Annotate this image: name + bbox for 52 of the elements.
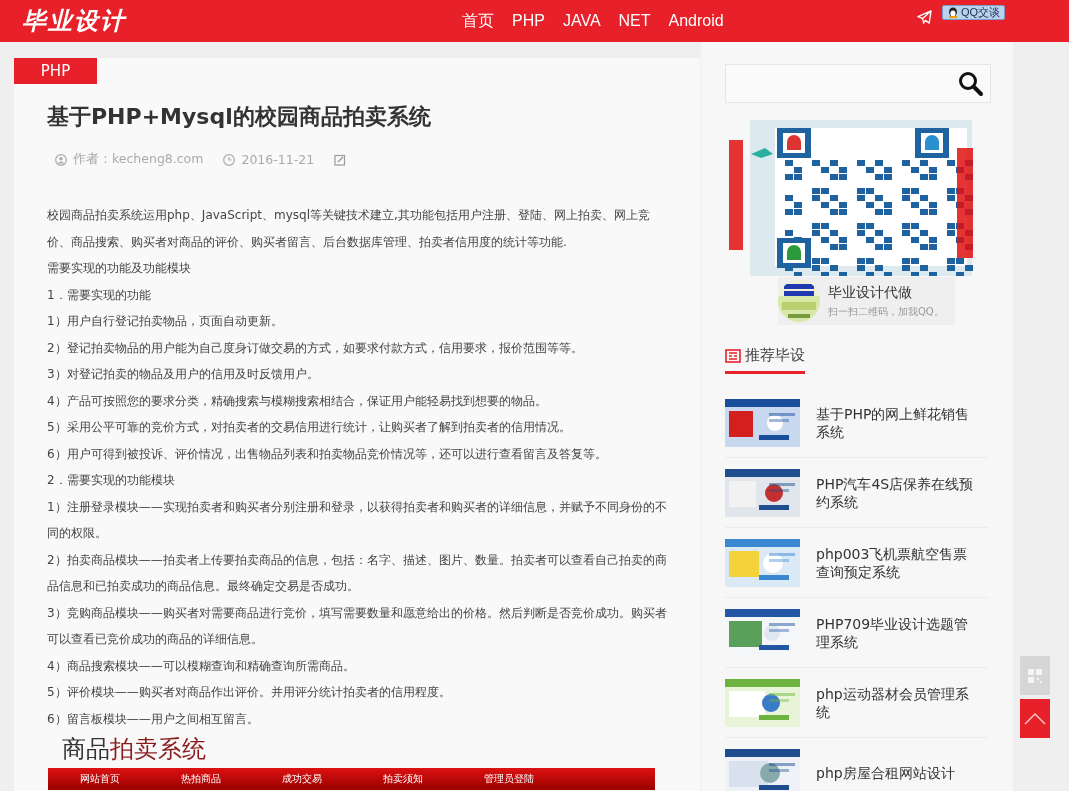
card-title: 毕业设计代做: [828, 283, 913, 302]
screenshot-nav-label: 管理员登陆: [484, 772, 535, 786]
nav-link[interactable]: PHP: [503, 12, 554, 30]
article-paragraph: 1）用户自行登记拍卖物品，页面自动更新。: [47, 313, 284, 330]
chevron-up-icon: [1024, 712, 1046, 725]
article-paragraph: 3）竞购商品模块——购买者对需要商品进行竞价，填写需要数量和愿意给出的价格。然后判断是否竞价成功。购买者可以查看已竞价成功的商品的详细信息。: [47, 604, 667, 648]
author-text: 作者：kecheng8.com: [73, 151, 204, 168]
section-title: 推荐毕设: [745, 346, 805, 365]
recommended-link[interactable]: PHP709毕业设计选题管理系统: [816, 614, 976, 651]
screenshot-nav-label: 拍卖须知: [383, 772, 424, 786]
nav-link[interactable]: NET: [609, 12, 660, 30]
article-paragraph: 4）商品搜索模块——可以模糊查询和精确查询所需商品。: [47, 657, 356, 675]
article-paragraph: 6）用户可得到被投诉、评价情况，出售物品列表和拍卖物品竞价情况等，还可以进行查看留言及答复等。: [47, 445, 608, 463]
back-to-top-button[interactable]: [1020, 699, 1050, 738]
qq-chat-button[interactable]: QQ交谈: [942, 5, 1006, 20]
qr-code-icon: [1027, 667, 1043, 684]
date-text: 2016-11-21: [241, 152, 315, 167]
article-paragraph: 5）评价模块——购买者对商品作出评价。并用评分统计拍卖者的信用程度。: [47, 684, 452, 701]
article-paragraph: 校园商品拍卖系统运用php、JavaScript、mysql等关键技术建立,其功能包括用户注册、登陆、网上拍卖、网上竞价、商品搜索、购买者对商品的评价、购买者留言、后台数据库管理、拍卖者信用度的统计等功能.: [47, 207, 651, 251]
recommended-link[interactable]: php房屋合租网站设计: [816, 763, 976, 782]
article-paragraph: 5）采用公平可靠的竞价方式，对拍卖者的交易信用进行统计，让购买者了解到拍卖者的信用情况。: [47, 419, 572, 436]
paper-plane-icon[interactable]: [917, 10, 932, 25]
article-paragraph: 1）注册登录模块——实现拍卖者和购买者分别注册和登录，以获得拍卖者和购买者的详细信息，并赋予不同身份的不同的权限。: [47, 498, 667, 542]
nav-link[interactable]: JAVA: [553, 12, 610, 30]
search-field[interactable]: [725, 64, 991, 103]
recommended-link[interactable]: php运动器材会员管理系统: [816, 684, 976, 721]
article-paragraph: 1．需要实现的功能: [47, 286, 152, 304]
screenshot-nav-label: 网站首页: [80, 772, 121, 786]
newspaper-icon: [725, 348, 741, 363]
recommended-link[interactable]: php003飞机票航空售票查询预定系统: [816, 544, 976, 581]
screenshot-nav-label: 热拍商品: [181, 772, 222, 786]
category-tag[interactable]: PHP: [14, 58, 97, 84]
user-icon: [55, 153, 67, 166]
recommended-link[interactable]: PHP汽车4S店保养在线预约系统: [816, 474, 976, 511]
clock-icon: [223, 153, 236, 166]
search-icon[interactable]: [958, 70, 984, 97]
article-paragraph: 4）产品可按照您的要求分类，精确搜索与模糊搜索相结合，保证用户能轻易找到想要的物品。: [47, 392, 548, 410]
penguin-icon: [947, 6, 959, 19]
screenshot-title: 商品拍卖系统: [62, 734, 206, 764]
nav-link[interactable]: 首页: [453, 10, 503, 32]
screenshot-nav-label: 成功交易: [282, 772, 323, 786]
article-title: 基于PHP+Mysql的校园商品拍卖系统: [47, 103, 432, 131]
nav-link[interactable]: Android: [659, 12, 733, 30]
article-paragraph: 需要实现的功能及功能模块: [47, 260, 192, 277]
article-paragraph: 2）拍卖商品模块——拍卖者上传要拍卖商品的信息，包括：名字、描述、图片、数量。拍卖者可以查看自己拍卖的商品信息和已拍卖成功的商品信息。最终确定交易是否成功。: [47, 551, 667, 595]
site-logo[interactable]: 毕业设计: [22, 5, 126, 37]
article-paragraph: 2）登记拍卖物品的用户能为自己度身订做交易的方式，如要求付款方式，信用要求，报价范围等等。: [47, 339, 584, 357]
article-paragraph: 2．需要实现的功能模块: [47, 472, 176, 489]
edit-icon[interactable]: [334, 153, 347, 166]
recommended-link[interactable]: 基于PHP的网上鲜花销售系统: [816, 404, 976, 441]
article-paragraph: 6）留言板模块——用户之间相互留言。: [47, 710, 260, 728]
article-paragraph: 3）对登记拍卖的物品及用户的信用及时反馈用户。: [47, 366, 320, 383]
